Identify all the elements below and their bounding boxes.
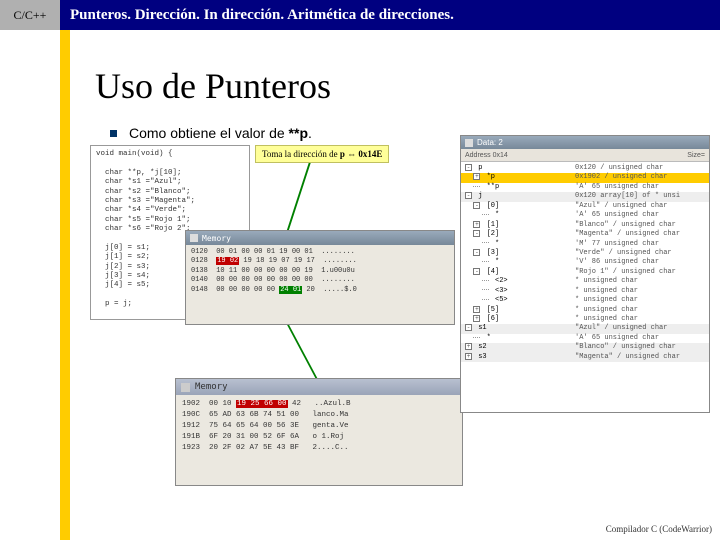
data-subhead-size: Size= <box>687 152 705 159</box>
memory-window-1: Memory 0120 00 01 00 00 01 19 00 01 ....… <box>185 230 455 325</box>
data-subhead-addr: Address 0x14 <box>465 152 508 159</box>
data-body: - p0x120 / unsigned char + *p0x1902 / un… <box>461 162 709 364</box>
bullet-line: Como obtiene el valor de **p. <box>110 125 312 141</box>
data-panel: Data: 2 Address 0x14 Size= - p0x120 / un… <box>460 135 710 413</box>
footer-note: Compilador C (CodeWarrior) <box>606 524 712 534</box>
data-subhead: Address 0x14 Size= <box>461 149 709 161</box>
callout-prefix: Toma la dirección de <box>262 149 340 159</box>
window-icon <box>181 383 190 392</box>
accent-bar <box>60 30 70 540</box>
window-icon <box>465 139 473 147</box>
memory1-body: 0120 00 01 00 00 01 19 00 01 ........ 01… <box>186 245 454 298</box>
header: C/C++ Punteros. Dirección. In dirección.… <box>0 0 720 30</box>
slide-title: Uso de Punteros <box>95 65 331 107</box>
memory1-titlebar: Memory <box>186 231 454 245</box>
data-titlebar: Data: 2 <box>461 136 709 149</box>
data-title: Data: 2 <box>477 138 503 147</box>
bullet-icon <box>110 130 117 137</box>
callout-box: Toma la dirección de p ⇔ 0x14E <box>255 145 389 163</box>
memory2-titlebar: Memory <box>176 379 462 395</box>
callout-arrow-icon: ⇔ <box>345 149 359 159</box>
bullet-prefix: Como obtiene el valor de <box>129 125 289 141</box>
window-icon <box>190 234 198 242</box>
memory1-title: Memory <box>202 234 231 243</box>
memory2-body: 1902 00 10 19 25 66 00 42 ..Azul.B 190C … <box>176 395 462 457</box>
memory2-title: Memory <box>195 382 228 392</box>
bullet-suffix: . <box>308 125 312 141</box>
bullet-text: Como obtiene el valor de **p. <box>129 125 312 141</box>
header-title: Punteros. Dirección. In dirección. Aritm… <box>60 0 720 30</box>
memory-window-2: Memory 1902 00 10 19 25 66 00 42 ..Azul.… <box>175 378 463 486</box>
callout-addr: 0x14E <box>358 149 382 159</box>
header-tag: C/C++ <box>0 0 60 30</box>
bullet-expr: **p <box>289 125 308 141</box>
